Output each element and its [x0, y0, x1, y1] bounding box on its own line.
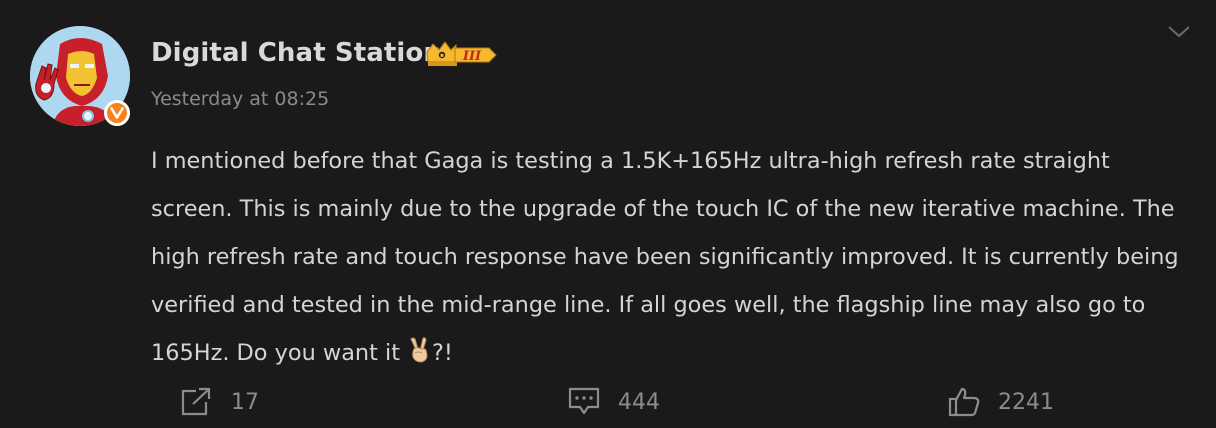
comment-button[interactable]: 444 [568, 386, 660, 418]
share-count: 17 [231, 389, 259, 415]
share-icon [181, 387, 211, 416]
author-name[interactable]: Digital Chat Station [151, 38, 442, 68]
share-button[interactable]: 17 [179, 386, 259, 418]
action-bar: 17 444 2241 [0, 386, 1216, 420]
post-body-text: I mentioned before that Gaga is testing … [151, 148, 1179, 366]
thumbs-up-icon [948, 387, 980, 417]
avatar-container[interactable] [30, 26, 132, 128]
comment-count: 444 [618, 389, 660, 415]
membership-level-label: III [462, 49, 482, 64]
weibo-post: Digital Chat Station III Yesterday at 08… [0, 0, 1216, 428]
crown-badge-icon: III [426, 41, 497, 66]
verified-v-icon [104, 100, 130, 126]
chevron-down-icon[interactable] [1166, 22, 1192, 42]
like-button[interactable]: 2241 [948, 386, 1054, 418]
post-timestamp[interactable]: Yesterday at 08:25 [151, 88, 329, 110]
like-count: 2241 [998, 389, 1054, 415]
post-body-suffix: ?! [432, 340, 453, 366]
membership-crown-badge[interactable]: III [425, 40, 499, 70]
comment-icon [568, 387, 600, 415]
post-content: I mentioned before that Gaga is testing … [151, 137, 1191, 377]
victory-hand-emoji [406, 333, 432, 363]
